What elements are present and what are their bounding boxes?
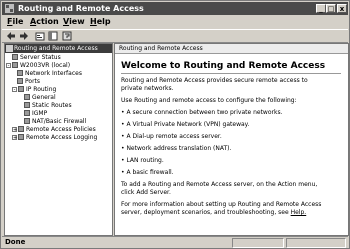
ip-routing-icon: [18, 86, 24, 92]
general-icon: [24, 94, 30, 100]
use-line: Use Routing and remote access to configu…: [121, 97, 297, 104]
more-info-line-2: server, deployment scenarios, and troubl…: [121, 209, 343, 217]
network-interfaces-icon: [17, 70, 23, 76]
show-hide-tree-icon[interactable]: [48, 31, 58, 41]
help-icon[interactable]: [62, 31, 72, 41]
main-window: Routing and Remote Access _ □ x File Act…: [0, 0, 350, 249]
policies-icon: [18, 126, 24, 132]
app-icon: [5, 4, 14, 13]
bullet-item: • A basic firewall.: [121, 169, 174, 176]
tree-item-igmp[interactable]: IGMP: [24, 110, 47, 118]
expand-icon[interactable]: +: [12, 127, 17, 133]
menu-view[interactable]: View: [63, 16, 85, 28]
tree-item-server[interactable]: - W2003VR (local): [6, 62, 70, 70]
menu-file-label: ile: [12, 17, 24, 26]
ports-icon: [17, 78, 23, 84]
server-icon: [6, 45, 13, 52]
intro-line-1: Routing and Remote Access provides secur…: [121, 77, 308, 84]
server-icon: [12, 62, 18, 68]
tree-item-ports[interactable]: Ports: [17, 78, 40, 86]
bullet-item: • A secure connection between two privat…: [121, 109, 283, 116]
add-server-line-1: To add a Routing and Remote Access serve…: [121, 181, 318, 188]
details-pane: Routing and Remote Access Welcome to Rou…: [114, 43, 349, 236]
more-info-line-1: For more information about setting up Ro…: [121, 201, 322, 208]
intro-line-2: private networks.: [121, 85, 174, 92]
welcome-title: Welcome to Routing and Remote Access: [121, 61, 326, 71]
title-bar: Routing and Remote Access _ □ x: [2, 2, 348, 15]
back-icon[interactable]: [6, 31, 16, 41]
bullet-item: • Network address translation (NAT).: [121, 145, 232, 152]
title-divider: [121, 73, 341, 74]
tree-root-item[interactable]: Routing and Remote Access: [5, 44, 112, 53]
up-level-icon[interactable]: [35, 31, 45, 41]
expand-icon[interactable]: +: [12, 135, 17, 141]
bullet-item: • A Virtual Private Network (VPN) gatewa…: [121, 121, 250, 128]
bullet-item: • A Dial-up remote access server.: [121, 133, 222, 140]
tree-item-remote-access-policies[interactable]: + Remote Access Policies: [12, 126, 96, 134]
minimize-button[interactable]: _: [316, 4, 326, 13]
firewall-icon: [24, 118, 30, 124]
status-icon: [12, 54, 18, 60]
forward-icon[interactable]: [19, 31, 29, 41]
status-panel: [286, 238, 346, 248]
tree-item-remote-access-logging[interactable]: + Remote Access Logging: [12, 134, 97, 142]
tree-item-server-status[interactable]: Server Status: [12, 54, 61, 62]
menu-bar: File Action View Help: [2, 16, 348, 28]
static-routes-icon: [24, 102, 30, 108]
menu-help[interactable]: Help: [90, 16, 111, 28]
toolbar: [2, 29, 348, 43]
more-info-text: server, deployment scenarios, and troubl…: [121, 209, 289, 216]
menu-help-mnemonic: H: [90, 17, 97, 26]
tree-item-nat-basic-firewall[interactable]: NAT/Basic Firewall: [24, 118, 86, 126]
details-header: Routing and Remote Access: [115, 44, 348, 54]
status-text: Done: [5, 238, 26, 246]
maximize-button[interactable]: □: [326, 4, 336, 13]
status-panel: [232, 238, 284, 248]
console-tree: Routing and Remote Access Server Status …: [4, 43, 113, 236]
menu-view-label: iew: [69, 17, 85, 26]
logging-icon: [18, 134, 24, 140]
details-header-label: Routing and Remote Access: [119, 45, 203, 52]
menu-help-label: elp: [96, 17, 111, 26]
tree-root-label: Routing and Remote Access: [14, 45, 98, 52]
tree-item-ip-routing[interactable]: - IP Routing: [12, 86, 56, 94]
bullet-item: • LAN routing.: [121, 157, 164, 164]
menu-action-label: ction: [36, 17, 59, 26]
close-button[interactable]: x: [337, 4, 347, 13]
window-title: Routing and Remote Access: [18, 4, 144, 13]
status-bar: Done: [2, 236, 348, 248]
tree-item-static-routes[interactable]: Static Routes: [24, 102, 72, 110]
tree-item-general[interactable]: General: [24, 94, 56, 102]
menu-action[interactable]: Action: [30, 16, 59, 28]
menu-file[interactable]: File: [7, 16, 23, 28]
collapse-icon[interactable]: -: [12, 87, 17, 93]
help-link[interactable]: Help.: [291, 209, 307, 216]
add-server-line-2: click Add Server.: [121, 189, 171, 196]
igmp-icon: [24, 110, 30, 116]
tree-item-network-interfaces[interactable]: Network Interfaces: [17, 70, 82, 78]
collapse-icon[interactable]: -: [6, 63, 11, 69]
